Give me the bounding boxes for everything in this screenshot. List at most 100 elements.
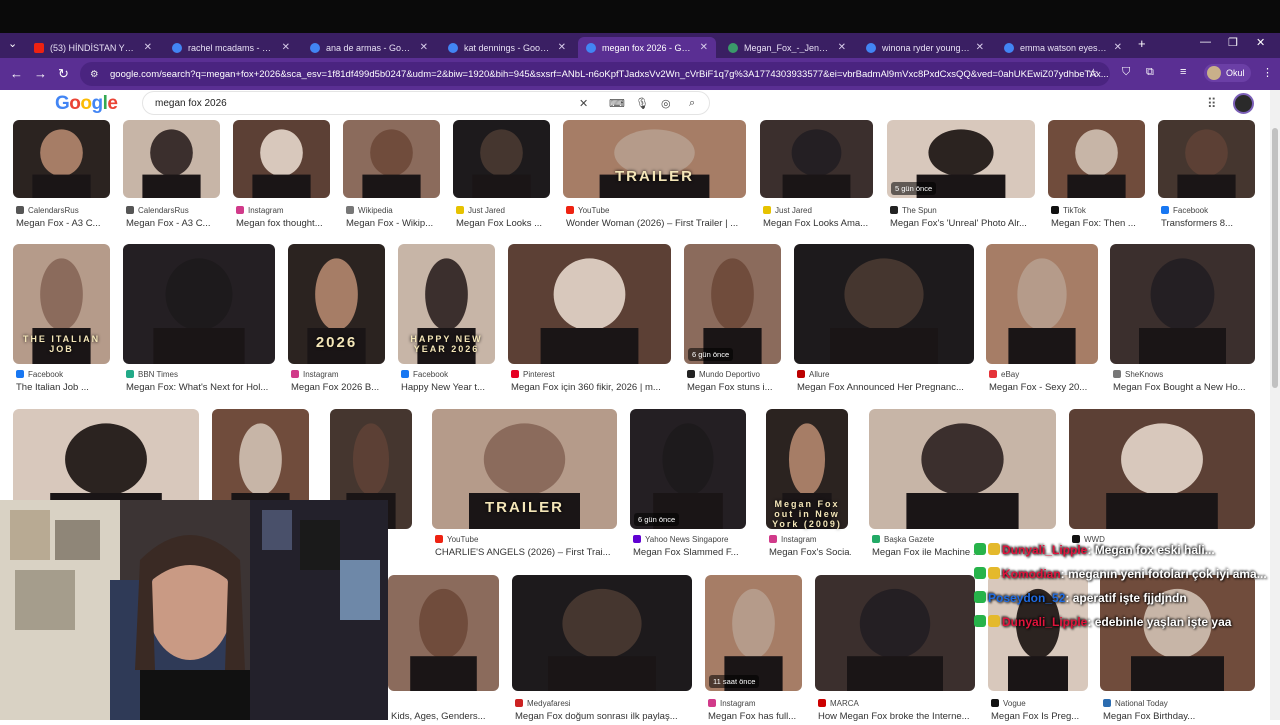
keyboard-icon[interactable]: ⌨ xyxy=(609,97,625,110)
result-thumbnail[interactable] xyxy=(705,575,802,691)
result-thumbnail[interactable] xyxy=(512,575,692,691)
result-thumbnail[interactable] xyxy=(123,120,220,198)
search-box[interactable]: megan fox 2026 ✕ ⌨ 🎙 ◎ ⌕ xyxy=(142,91,710,115)
result-thumbnail[interactable] xyxy=(630,409,746,529)
image-result-card[interactable]: Just Jared Megan Fox Looks ... xyxy=(453,120,550,232)
result-source[interactable]: Facebook xyxy=(1161,206,1208,215)
result-title[interactable]: Wonder Woman (2026) – First Trailer | ..… xyxy=(566,218,749,229)
result-title[interactable]: Transformers 8... xyxy=(1161,218,1258,229)
result-thumbnail[interactable] xyxy=(986,244,1098,364)
tab-google[interactable]: rachel mcadams - Google✕ xyxy=(164,37,298,58)
result-title[interactable]: Megan Fox has full... xyxy=(708,711,805,722)
result-title[interactable]: Megan Fox: What's Next for Hol... xyxy=(126,382,278,393)
result-source[interactable]: SheKnows xyxy=(1113,370,1163,379)
result-source[interactable]: Facebook xyxy=(401,370,448,379)
result-source[interactable]: Just Jared xyxy=(763,206,812,215)
image-result-card[interactable]: TikTok Megan Fox: Then ... xyxy=(1048,120,1145,232)
result-source[interactable]: YouTube xyxy=(566,206,609,215)
result-title[interactable]: Megan Fox 2026 B... xyxy=(291,382,388,393)
shield-extension-icon[interactable]: ⛉ xyxy=(1122,66,1130,79)
result-title[interactable]: Megan Fox: Then ... xyxy=(1051,218,1148,229)
result-title[interactable]: Megan Fox Looks Ama... xyxy=(763,218,876,229)
tab-google[interactable]: kat dennings - Google'da✕ xyxy=(440,37,574,58)
result-thumbnail[interactable] xyxy=(869,409,1056,529)
result-title[interactable]: CHARLIE'S ANGELS (2026) – First Trai... xyxy=(435,547,620,558)
new-tab-icon[interactable]: + xyxy=(1138,36,1146,51)
result-source[interactable]: Medyafaresi xyxy=(515,699,571,708)
extensions-icon[interactable]: ⧉ xyxy=(1146,66,1154,79)
result-title[interactable]: Megan Fox - Wikip... xyxy=(346,218,443,229)
back-icon[interactable]: ← xyxy=(10,66,23,81)
media-icon[interactable]: ≡ xyxy=(1180,66,1186,78)
image-result-card[interactable]: Kids, Ages, Genders... xyxy=(388,575,499,725)
result-source[interactable]: The Spun xyxy=(890,206,937,215)
result-title[interactable]: Megan fox thought... xyxy=(236,218,333,229)
result-title[interactable]: Megan Fox's 'Unreal' Photo Alr... xyxy=(890,218,1038,229)
image-result-card[interactable]: 6 gün önce Yahoo News Singapore Megan Fox … xyxy=(630,409,746,561)
image-result-card[interactable]: THE ITALIAN JOB Facebook The Italian Job .… xyxy=(13,244,110,396)
apps-grid-icon[interactable]: ⠿ xyxy=(1207,96,1217,112)
tab-google[interactable]: winona ryder young - Go✕ xyxy=(858,37,992,58)
image-result-card[interactable]: Allure Megan Fox Announced Her Pregnanc..… xyxy=(794,244,974,396)
image-result-card[interactable]: Facebook Transformers 8... xyxy=(1158,120,1255,232)
tab-search-icon[interactable]: ⌄ xyxy=(8,37,17,50)
microphone-icon[interactable]: 🎙 xyxy=(635,97,649,110)
result-source[interactable]: Pinterest xyxy=(511,370,555,379)
result-title[interactable]: Megan Fox Announced Her Pregnanc... xyxy=(797,382,977,393)
result-thumbnail[interactable] xyxy=(453,120,550,198)
result-source[interactable]: Instagram xyxy=(708,699,756,708)
image-result-card[interactable]: CalendarsRus Megan Fox - A3 C... xyxy=(123,120,220,232)
forward-icon[interactable]: → xyxy=(34,66,47,81)
close-icon[interactable]: ✕ xyxy=(558,42,566,53)
result-source[interactable]: Instagram xyxy=(769,535,817,544)
tab-google[interactable]: ana de armas - Google'da✕ xyxy=(302,37,436,58)
image-result-card[interactable]: Wikipedia Megan Fox - Wikip... xyxy=(343,120,440,232)
result-thumbnail[interactable] xyxy=(1048,120,1145,198)
scrollbar-thumb[interactable] xyxy=(1272,128,1278,388)
close-icon[interactable]: ✕ xyxy=(420,42,428,53)
result-thumbnail[interactable] xyxy=(388,575,499,691)
image-result-card[interactable]: Megan Fox out in New York (2009) Instagra… xyxy=(766,409,851,561)
result-title[interactable]: Megan Fox doğum sonrası ilk paylaş... xyxy=(515,711,695,722)
tab-google[interactable]: emma watson eyes - Goo✕ xyxy=(996,37,1130,58)
tab-youtube[interactable]: (53) HİNDİSTAN YOLCULU✕ xyxy=(26,37,160,58)
image-result-card[interactable]: BBN Times Megan Fox: What's Next for Hol.… xyxy=(123,244,275,396)
restore-icon[interactable]: ❐ xyxy=(1228,36,1238,49)
result-thumbnail[interactable] xyxy=(233,120,330,198)
site-info-icon[interactable]: ⚙ xyxy=(90,69,102,80)
image-result-card[interactable]: CalendarsRus Megan Fox - A3 C... xyxy=(13,120,110,232)
image-result-card[interactable]: SheKnows Megan Fox Bought a New Ho... xyxy=(1110,244,1255,396)
result-title[interactable]: Megan Fox Looks ... xyxy=(456,218,553,229)
result-source[interactable]: Just Jared xyxy=(456,206,505,215)
result-title[interactable]: Megan Fox's Socia... xyxy=(769,547,851,558)
reload-icon[interactable]: ↻ xyxy=(58,66,69,82)
tab-wikimedia[interactable]: Megan_Fox_-_Jennifer's_B✕ xyxy=(720,37,854,58)
image-result-card[interactable]: 11 saat önce Instagram Megan Fox has full.… xyxy=(705,575,802,725)
result-thumbnail[interactable] xyxy=(1069,409,1255,529)
image-result-card[interactable]: Medyafaresi Megan Fox doğum sonrası ilk p… xyxy=(512,575,692,725)
result-title[interactable]: Megan Fox Bought a New Ho... xyxy=(1113,382,1258,393)
result-source[interactable]: BBN Times xyxy=(126,370,178,379)
profile-button[interactable]: Okul xyxy=(1204,64,1251,82)
result-source[interactable]: CalendarsRus xyxy=(126,206,189,215)
result-thumbnail[interactable] xyxy=(684,244,781,364)
result-source[interactable]: Başka Gazete xyxy=(872,535,934,544)
url-field[interactable]: ⚙ google.com/search?q=megan+fox+2026&sca… xyxy=(80,62,1110,86)
image-result-card[interactable]: eBay Megan Fox - Sexy 20... xyxy=(986,244,1098,396)
result-thumbnail[interactable] xyxy=(13,120,110,198)
close-icon[interactable]: ✕ xyxy=(282,42,290,53)
result-thumbnail[interactable] xyxy=(760,120,873,198)
image-result-card[interactable]: WWD xyxy=(1069,409,1255,561)
image-result-card[interactable]: HAPPY NEW YEAR 2026 Facebook Happy New Yea… xyxy=(398,244,495,396)
result-source[interactable]: CalendarsRus xyxy=(16,206,79,215)
image-result-card[interactable]: Başka Gazete Megan Fox ile Machine ... xyxy=(869,409,1056,561)
tab-google-active[interactable]: megan fox 2026 - Google ✕ xyxy=(578,37,716,58)
result-thumbnail[interactable] xyxy=(794,244,974,364)
result-title[interactable]: The Italian Job ... xyxy=(16,382,113,393)
image-result-card[interactable]: 5 gün önce The Spun Megan Fox's 'Unreal' P… xyxy=(887,120,1035,232)
result-title[interactable]: Kids, Ages, Genders... xyxy=(391,711,502,722)
result-title[interactable]: Happy New Year t... xyxy=(401,382,498,393)
result-source[interactable]: Facebook xyxy=(16,370,63,379)
image-result-card[interactable]: Instagram Megan fox thought... xyxy=(233,120,330,232)
result-source[interactable]: TikTok xyxy=(1051,206,1086,215)
